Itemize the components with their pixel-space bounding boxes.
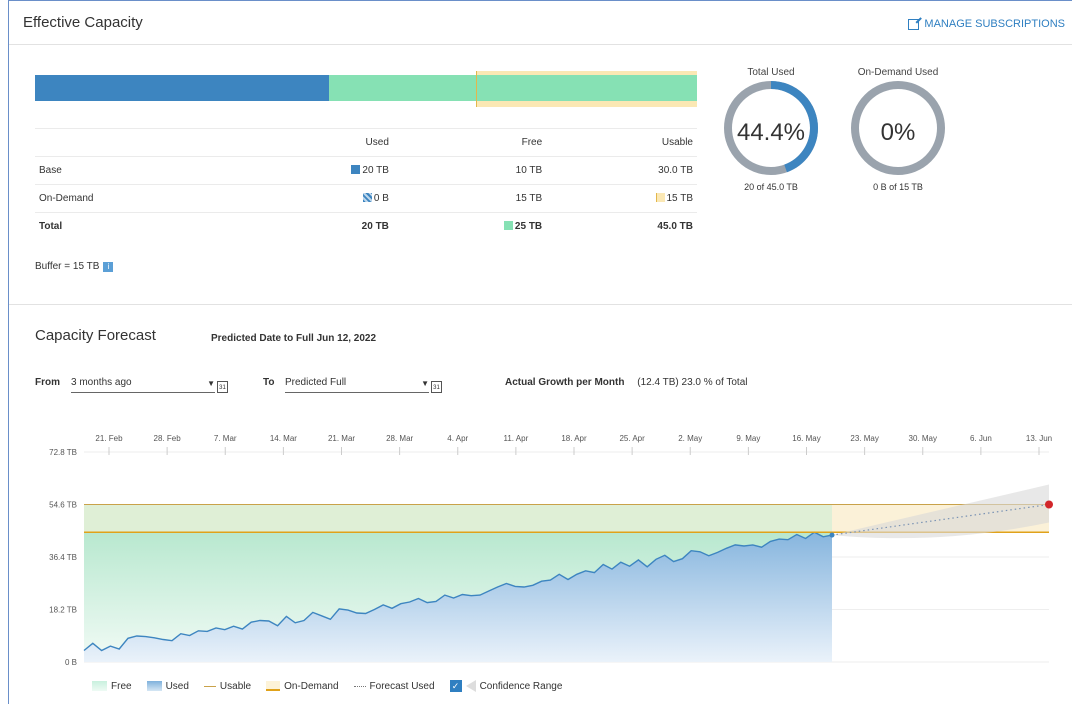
chevron-down-icon: ▼ [207,379,215,388]
x-tick-label: 28. Feb [154,434,182,443]
x-tick-label: 13. Jun [1026,434,1052,443]
x-tick-label: 16. May [792,434,820,443]
column-header: Usable [546,128,697,157]
table-row: On-Demand 0 B 15 TB 15 TB [35,184,697,213]
cell-value: 45.0 TB [546,212,697,241]
legend-usable[interactable]: Usable [203,681,251,692]
x-tick-label: 11. Apr [503,434,528,443]
x-tick-label: 25. Apr [619,434,645,443]
x-tick-label: 23. May [850,434,878,443]
legend-confidence-range[interactable]: ✓ Confidence Range [449,680,562,692]
from-calendar-icon[interactable]: 31 [217,381,228,393]
forecast-end-point [1045,500,1053,509]
legend-used[interactable]: Used [146,681,189,692]
x-tick-label: 6. Jun [970,434,992,443]
x-tick-label: 2. May [678,434,702,443]
to-select[interactable]: Predicted Full ▼ [285,377,429,393]
row-label: Total [35,212,243,241]
table-row-total: Total 20 TB 25 TB 45.0 TB [35,212,697,241]
donut-value: 0% [880,119,916,146]
cell-value: 15 TB [392,184,547,213]
to-label: To [263,377,275,388]
row-label: On-Demand [35,184,243,213]
predicted-date: Predicted Date to Full Jun 12, 2022 [211,333,377,344]
used-swatch [351,165,361,174]
checkbox-icon[interactable]: ✓ [449,680,462,692]
cell-value: 20 TB [362,165,389,176]
ondemand-used-swatch [362,193,372,202]
to-calendar-icon[interactable]: 31 [431,381,442,393]
forecast-chart: 72.8 TB 54.6 TB 36.4 TB 18.2 TB 0 B 21. Feb 28… [49,434,1053,667]
ondemand-used-donut: On-Demand Used 0% 0 B of 15 TB [848,67,948,192]
donut-label: Total Used [747,67,795,78]
buffer-info: Buffer = 15 TB i [35,261,114,272]
growth-value: (12.4 TB) 23.0 % of Total [637,377,748,388]
to-select-value: Predicted Full [285,377,347,388]
x-tick-label: 14. Mar [270,434,297,443]
cell-value: 10 TB [392,156,547,185]
forecast-title: Capacity Forecast [35,327,156,344]
chevron-down-icon: ▼ [421,379,429,388]
buffer-label: Buffer = 15 TB [35,261,100,272]
x-tick-label: 30. May [909,434,937,443]
x-tick-label: 7. Mar [214,434,237,443]
manage-subscriptions-label: MANAGE SUBSCRIPTIONS [924,18,1065,30]
section-divider [9,304,1072,305]
ondemand-area [84,504,832,533]
forecast-start-point [829,532,835,538]
confidence-icon [465,680,476,692]
cell-value: 15 TB [666,193,694,204]
growth-info: Actual Growth per Month (12.4 TB) 23.0 %… [505,377,747,388]
y-tick-label: 72.8 TB [49,448,77,457]
legend-free[interactable]: Free [92,681,132,692]
donut-label: On-Demand Used [857,67,939,78]
x-tick-label: 9. May [736,434,760,443]
y-tick-label: 36.4 TB [49,553,77,562]
free-swatch [503,221,513,231]
column-header: Free [392,128,547,157]
growth-label: Actual Growth per Month [505,377,625,388]
capacity-bar-used [35,75,329,101]
manage-subscriptions-link[interactable]: MANAGE SUBSCRIPTIONS [908,18,1065,30]
x-tick-label: 21. Feb [95,434,123,443]
table-header-row: Used Free Usable [35,128,697,157]
cell-value: 30.0 TB [546,156,697,185]
from-label: From [35,377,60,388]
x-tick-label: 4. Apr [447,434,468,443]
x-tick-label: 18. Apr [561,434,587,443]
x-tick-label: 21. Mar [328,434,355,443]
table-row: Base 20 TB 10 TB 30.0 TB [35,156,697,185]
y-tick-label: 54.6 TB [49,501,77,510]
y-tick-label: 18.2 TB [49,606,77,615]
donut-sub: 20 of 45.0 TB [744,182,798,192]
legend-ondemand[interactable]: On-Demand [266,681,339,692]
chart-legend: Free Used Usable On-Demand Forecast Used… [92,680,572,692]
x-tick-label: 28. Mar [386,434,413,443]
y-tick-label: 0 B [65,658,77,667]
panel-header: Effective Capacity MANAGE SUBSCRIPTIONS [9,1,1072,45]
legend-forecast-used[interactable]: Forecast Used [353,681,435,692]
row-label: Base [35,156,243,185]
ondemand-swatch [655,193,665,202]
from-select-value: 3 months ago [71,377,132,388]
info-icon[interactable]: i [103,261,114,272]
total-used-donut: Total Used 44.4% 20 of 45.0 TB [721,67,821,192]
capacity-bar-ondemand-free [476,75,697,101]
column-header: Used [242,128,393,157]
cell-value: 0 B [373,193,389,204]
donut-sub: 0 B of 15 TB [873,182,923,192]
from-select[interactable]: 3 months ago ▼ [71,377,215,393]
panel-title: Effective Capacity [23,14,143,31]
cell-value: 20 TB [242,212,393,241]
external-link-icon [908,18,920,30]
cell-value: 25 TB [514,221,543,233]
effective-capacity-panel: Effective Capacity MANAGE SUBSCRIPTIONS … [8,0,1072,704]
donut-value: 44.4% [736,119,806,146]
capacity-bar [35,71,697,108]
capacity-table: Used Free Usable Base 20 TB 10 TB 30.0 T… [35,128,697,241]
